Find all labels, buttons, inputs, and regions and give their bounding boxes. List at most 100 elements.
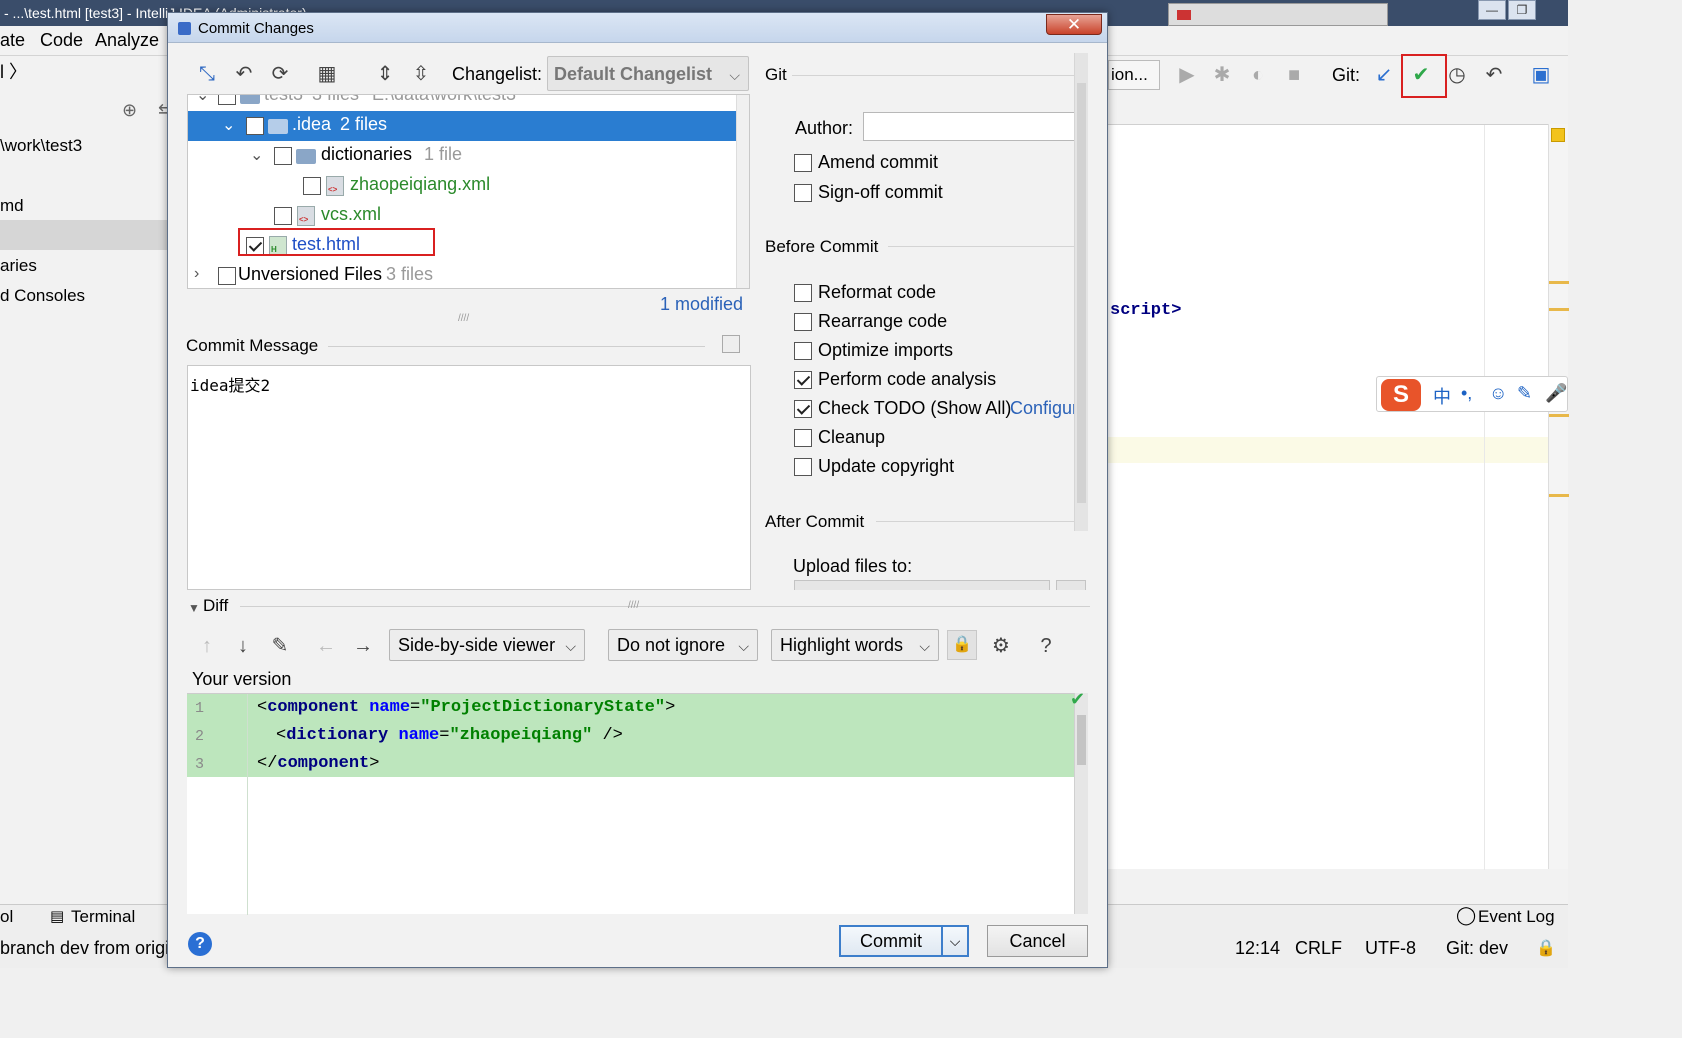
- edit-source-icon[interactable]: ✎: [267, 633, 293, 659]
- checkbox[interactable]: [794, 342, 812, 360]
- tree-item-consoles[interactable]: d Consoles: [0, 286, 85, 306]
- checkbox[interactable]: [794, 313, 812, 331]
- next-file-icon[interactable]: →: [350, 633, 376, 659]
- collapse-all-icon[interactable]: ⇳: [408, 61, 434, 87]
- modified-link[interactable]: 1 modified: [660, 294, 743, 315]
- group-by-icon[interactable]: ▦: [314, 61, 340, 87]
- commit-message-input[interactable]: idea提交2: [187, 365, 751, 590]
- marker[interactable]: [1549, 281, 1569, 284]
- checkbox[interactable]: [794, 154, 812, 172]
- tree-item-libraries[interactable]: aries: [0, 256, 37, 276]
- file-encoding[interactable]: UTF-8: [1365, 938, 1416, 959]
- event-log-tab[interactable]: Event Log: [1478, 907, 1555, 927]
- history-icon[interactable]: ◷: [1444, 62, 1470, 88]
- scroll-thumb[interactable]: [1077, 83, 1086, 503]
- punctuation-icon[interactable]: •,: [1461, 383, 1472, 404]
- target-icon[interactable]: ⊕: [122, 100, 137, 121]
- help-button[interactable]: ?: [188, 932, 212, 956]
- splitter-handle[interactable]: ////: [458, 313, 469, 324]
- prev-change-icon[interactable]: ↑: [194, 633, 220, 659]
- chevron-down-icon[interactable]: ⌄: [196, 95, 209, 105]
- author-input[interactable]: [863, 112, 1084, 141]
- debug-icon[interactable]: ✱: [1209, 62, 1235, 88]
- options-scrollbar[interactable]: [1074, 53, 1088, 531]
- coverage-icon[interactable]: ◐: [1245, 62, 1271, 88]
- marker[interactable]: [1549, 494, 1569, 497]
- checkbox[interactable]: [218, 267, 236, 285]
- chevron-down-icon[interactable]: ⌄: [222, 115, 235, 135]
- chevron-down-icon[interactable]: ⌄: [250, 145, 263, 165]
- checkbox[interactable]: [218, 95, 236, 105]
- pen-icon[interactable]: ✎: [1517, 383, 1532, 404]
- commit-button[interactable]: Commit: [839, 925, 943, 957]
- changes-tree[interactable]: ⌄ test3 3 files E:\data\work\test3 ⌄ .id…: [187, 94, 750, 289]
- warning-icon[interactable]: [1551, 128, 1565, 142]
- show-diff-icon[interactable]: ⤡: [194, 61, 220, 87]
- splitter-handle[interactable]: ////: [628, 600, 639, 611]
- git-update-icon[interactable]: ↙: [1371, 62, 1397, 88]
- refresh-icon[interactable]: ⟳: [267, 61, 293, 87]
- rollback-icon[interactable]: ↶: [231, 61, 257, 87]
- run-config-combo[interactable]: ion...: [1108, 60, 1160, 90]
- git-commit-icon[interactable]: ✔: [1408, 62, 1434, 88]
- checkbox[interactable]: [246, 117, 264, 135]
- scroll-thumb[interactable]: [1077, 715, 1086, 765]
- project-structure-icon[interactable]: ▣: [1528, 62, 1554, 88]
- expand-all-icon[interactable]: ⇕: [372, 61, 398, 87]
- diff-scrollbar[interactable]: [1074, 693, 1088, 914]
- menu-item-code[interactable]: Code: [40, 30, 83, 51]
- line-separator[interactable]: CRLF: [1295, 938, 1342, 959]
- close-button[interactable]: ✕: [1046, 14, 1102, 35]
- highlight-combo[interactable]: Highlight words ⌵: [771, 629, 939, 661]
- ignore-combo[interactable]: Do not ignore ⌵: [608, 629, 758, 661]
- microphone-icon[interactable]: 🎤: [1545, 383, 1567, 404]
- marker[interactable]: [1549, 414, 1569, 417]
- viewer-combo[interactable]: Side-by-side viewer ⌵: [389, 629, 585, 661]
- checkbox[interactable]: [794, 458, 812, 476]
- git-branch[interactable]: Git: dev: [1446, 938, 1508, 959]
- prev-file-icon[interactable]: ←: [313, 633, 339, 659]
- chevron-right-icon[interactable]: ›: [194, 265, 199, 283]
- tree-scrollbar[interactable]: [736, 95, 749, 288]
- maximize-icon[interactable]: ❐: [1508, 0, 1536, 20]
- next-change-icon[interactable]: ↓: [230, 633, 256, 659]
- checkbox[interactable]: [274, 207, 292, 225]
- checkbox[interactable]: [794, 184, 812, 202]
- tree-row-root[interactable]: ⌄ test3 3 files E:\data\work\test3: [188, 95, 736, 111]
- tree-row-idea[interactable]: ⌄ .idea 2 files: [188, 111, 736, 141]
- changelist-combo[interactable]: Default Changelist ⌵: [547, 56, 749, 91]
- project-path[interactable]: \work\test3: [0, 136, 82, 156]
- upload-server-combo[interactable]: [794, 580, 1050, 590]
- caret-position[interactable]: 12:14: [1235, 938, 1280, 959]
- lock-icon[interactable]: 🔒: [947, 630, 977, 660]
- tree-row-vcs[interactable]: <> vcs.xml: [188, 201, 736, 231]
- gear-icon[interactable]: ⚙: [988, 633, 1014, 659]
- checkbox-checked[interactable]: [794, 400, 812, 418]
- collapse-triangle-icon[interactable]: ▼: [188, 601, 200, 615]
- tool-window-tab[interactable]: ol: [0, 907, 13, 927]
- tree-row-dictionaries[interactable]: ⌄ dictionaries 1 file: [188, 141, 736, 171]
- checkbox[interactable]: [794, 429, 812, 447]
- checkbox[interactable]: [794, 284, 812, 302]
- terminal-tab[interactable]: Terminal: [71, 907, 135, 927]
- editor-area[interactable]: script>: [1108, 124, 1548, 870]
- minimize-icon[interactable]: —: [1478, 0, 1506, 20]
- commit-options-dropdown[interactable]: ⌵: [941, 925, 969, 957]
- menu-item-analyze[interactable]: Analyze: [95, 30, 159, 51]
- message-history-icon[interactable]: [722, 335, 740, 353]
- stop-icon[interactable]: ■: [1281, 62, 1307, 88]
- emoji-icon[interactable]: ☺: [1489, 383, 1507, 404]
- diff-editor[interactable]: 1 2 3 <component name="ProjectDictionary…: [187, 693, 1076, 915]
- menu-item-navigate[interactable]: ate: [0, 30, 25, 51]
- ime-lang[interactable]: 中: [1433, 383, 1451, 409]
- marker[interactable]: [1549, 308, 1569, 311]
- sogou-logo-icon[interactable]: S: [1381, 379, 1421, 411]
- checkbox[interactable]: [274, 147, 292, 165]
- checkbox-checked[interactable]: [794, 371, 812, 389]
- lock-icon[interactable]: 🔒: [1536, 938, 1556, 958]
- tree-item-md[interactable]: md: [0, 196, 24, 216]
- upload-config-button[interactable]: [1056, 580, 1086, 590]
- checkbox[interactable]: [303, 177, 321, 195]
- tree-row-zhaopeiqiang[interactable]: <> zhaopeiqiang.xml: [188, 171, 736, 201]
- revert-icon[interactable]: ↶: [1481, 62, 1507, 88]
